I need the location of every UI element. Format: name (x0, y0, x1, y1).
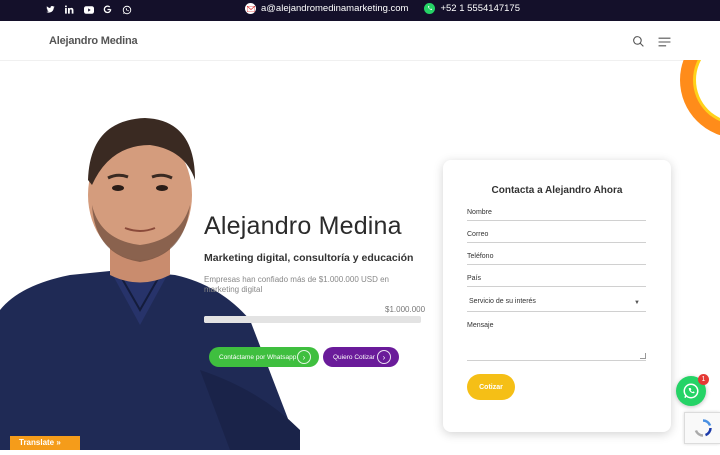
progress-fill (204, 316, 421, 323)
main-nav: Alejandro Medina (0, 21, 720, 61)
submit-button[interactable]: Cotizar (467, 374, 515, 400)
search-icon[interactable] (632, 35, 645, 48)
top-bar: a@alejandromedinamarketing.com +52 1 555… (0, 0, 720, 21)
linkedin-icon[interactable] (63, 3, 76, 16)
whatsapp-icon (683, 383, 699, 399)
quote-label: Quiero Cotizar (333, 353, 375, 361)
service-select[interactable]: Servicio de su interés ▼ (467, 295, 646, 312)
twitter-icon[interactable] (44, 3, 57, 16)
translate-button[interactable]: Translate » (10, 436, 80, 450)
recaptcha-badge[interactable] (684, 412, 720, 444)
form-title: Contacta a Alejandro Ahora (491, 185, 623, 196)
brand-logo[interactable]: Alejandro Medina (49, 35, 138, 47)
youtube-icon[interactable] (82, 3, 95, 16)
google-icon[interactable] (101, 3, 114, 16)
caret-down-icon: ▼ (634, 300, 640, 306)
hero-name: Alejandro Medina (204, 212, 402, 240)
whatsapp-contact-label: Contáctame por Whatsapp (219, 353, 297, 361)
hamburger-menu-icon[interactable] (658, 35, 671, 47)
decorative-arc (676, 60, 720, 138)
contact-form-card: Contacta a Alejandro Ahora Nombre Correo… (443, 160, 671, 432)
social-links (44, 3, 133, 16)
recaptcha-icon (694, 419, 712, 437)
top-contact: a@alejandromedinamarketing.com +52 1 555… (245, 3, 520, 14)
hero-description: Empresas han confiado más de $1.000.000 … (204, 275, 390, 294)
hero-subtitle: Marketing digital, consultoría y educaci… (204, 252, 414, 264)
email-icon (245, 3, 256, 14)
top-phone-link[interactable]: +52 1 5554147175 (440, 3, 520, 14)
name-field[interactable]: Nombre (467, 209, 646, 221)
service-select-value: Servicio de su interés (469, 298, 536, 305)
resize-handle-icon[interactable] (640, 353, 646, 359)
progress-bar (204, 316, 421, 323)
progress-label: $1.000.000 (385, 305, 426, 314)
notification-badge: 1 (698, 374, 709, 385)
whatsapp-icon[interactable] (120, 3, 133, 16)
phone-whatsapp-icon (424, 3, 436, 14)
chevron-right-icon: › (377, 350, 391, 364)
chevron-right-icon: › (297, 350, 311, 364)
message-textarea[interactable]: Mensaje (467, 322, 646, 361)
phone-field[interactable]: Teléfono (467, 253, 646, 265)
country-field[interactable]: País (467, 275, 646, 287)
top-email-link[interactable]: a@alejandromedinamarketing.com (261, 3, 408, 14)
quote-button[interactable]: Quiero Cotizar › (323, 347, 399, 367)
whatsapp-contact-button[interactable]: Contáctame por Whatsapp › (209, 347, 319, 367)
email-field[interactable]: Correo (467, 231, 646, 243)
